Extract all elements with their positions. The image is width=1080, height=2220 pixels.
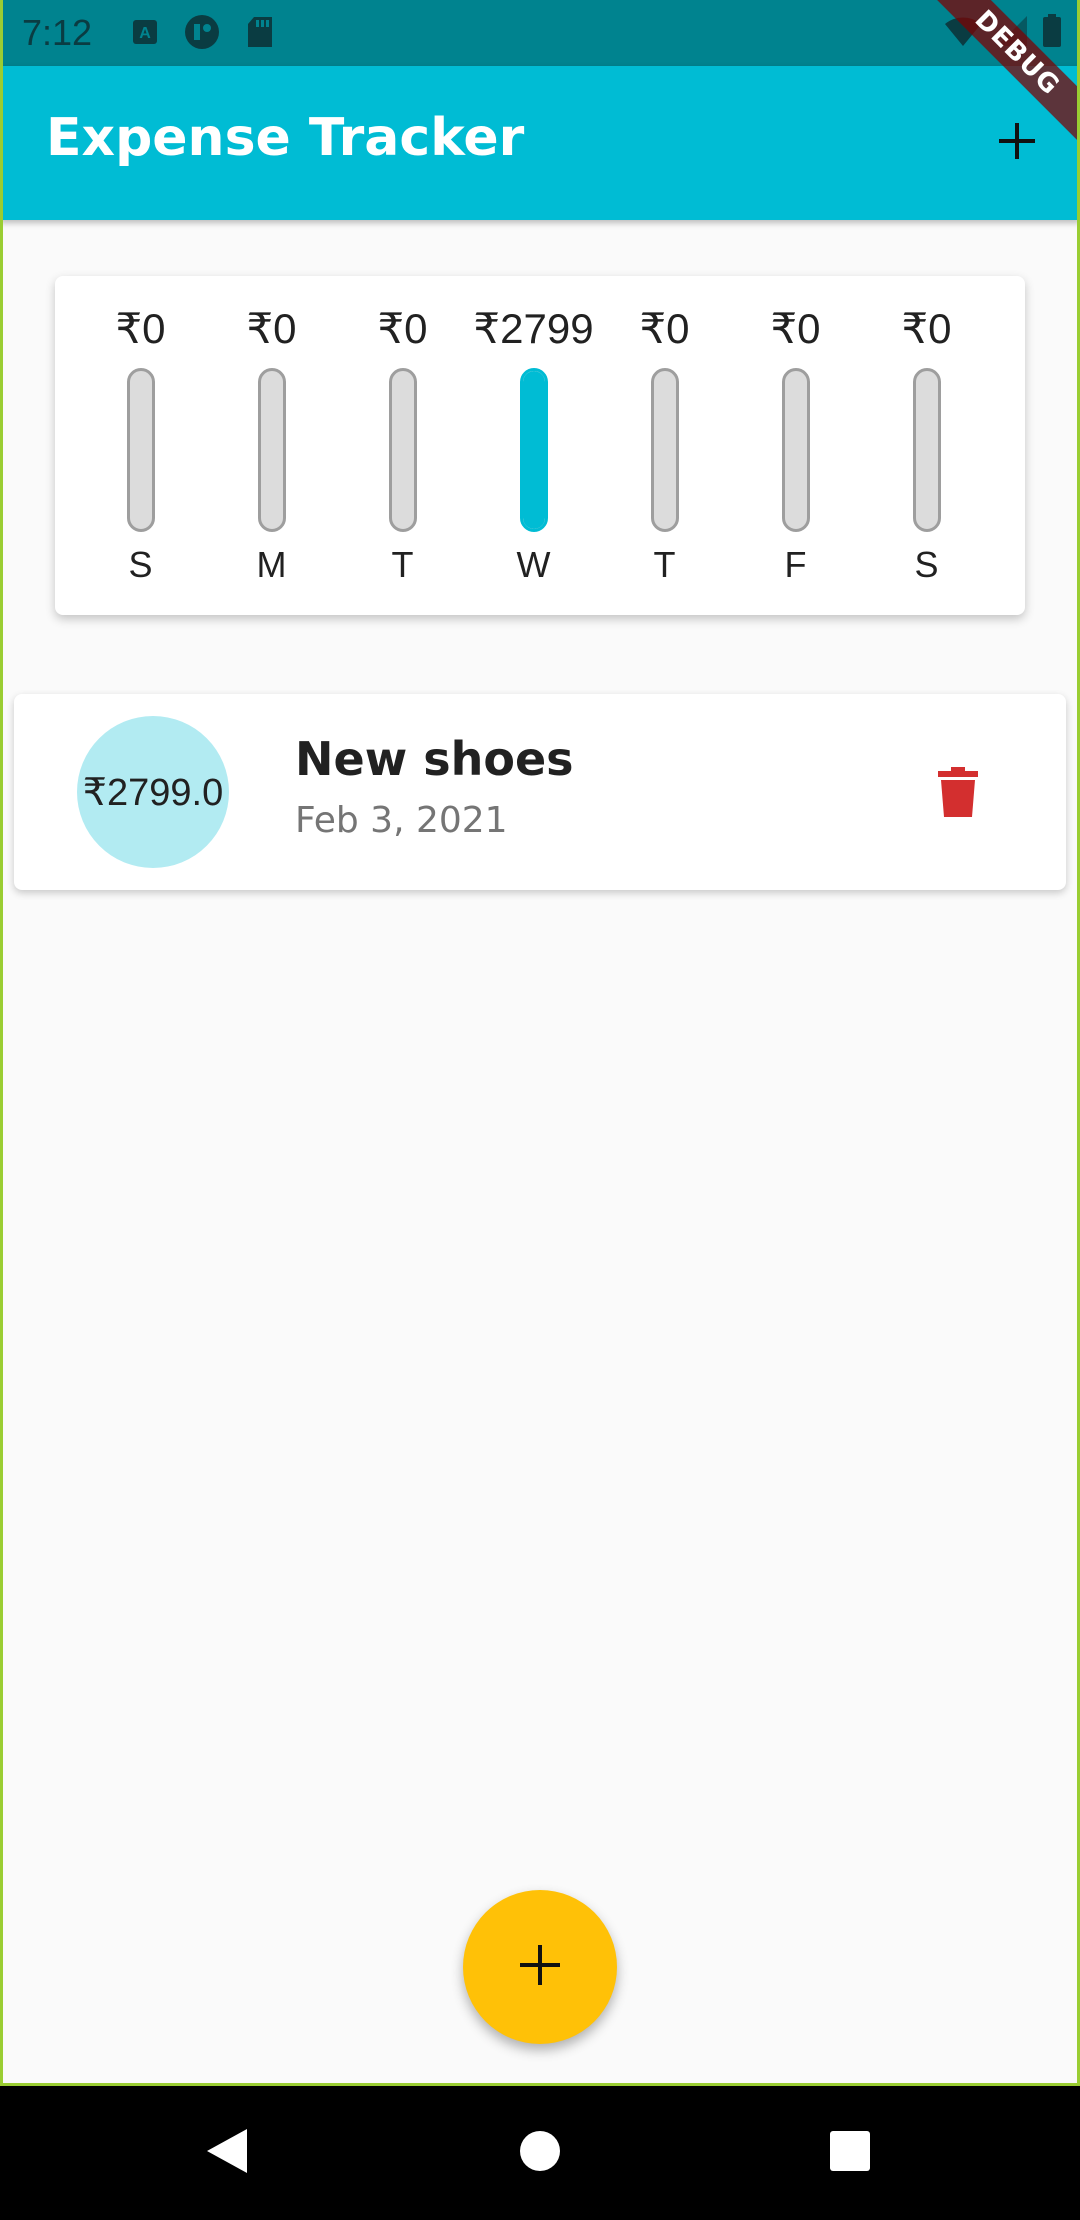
back-icon — [205, 2127, 249, 2179]
transaction-card[interactable]: ₹2799.0 New shoes Feb 3, 2021 — [14, 694, 1066, 890]
delete-transaction-button[interactable] — [920, 756, 996, 832]
bar-day-label: M — [256, 544, 287, 585]
status-time: 7:12 — [22, 12, 93, 53]
nav-recents-button[interactable] — [815, 2118, 885, 2188]
add-icon — [518, 1943, 562, 1991]
status-left-icons: A — [132, 14, 274, 54]
recents-icon — [828, 2129, 872, 2177]
bar-day-label: T — [653, 544, 676, 585]
add-transaction-fab[interactable] — [463, 1890, 617, 2044]
bar-day-label: W — [516, 544, 551, 585]
chart-bar-monday: ₹0 M — [206, 276, 337, 615]
system-nav-bar — [0, 2086, 1080, 2220]
transaction-title: New shoes — [295, 732, 574, 786]
delete-icon — [938, 767, 978, 821]
chart-bar-tuesday: ₹0 T — [337, 276, 468, 615]
bar-day-label: F — [784, 544, 807, 585]
nav-back-button[interactable] — [192, 2118, 262, 2188]
font-download-icon: A — [132, 19, 158, 49]
bar-amount: ₹0 — [770, 305, 821, 352]
chart-bar-friday: ₹0 F — [730, 276, 861, 615]
app-bar: Expense Tracker — [0, 66, 1080, 220]
transaction-date: Feb 3, 2021 — [295, 800, 508, 841]
svg-text:A: A — [139, 25, 151, 42]
transaction-amount-avatar: ₹2799.0 — [77, 716, 229, 868]
bar-amount: ₹0 — [115, 305, 166, 352]
bar-day-label: T — [391, 544, 414, 585]
bar-amount: ₹0 — [377, 305, 428, 352]
add-transaction-button[interactable] — [984, 110, 1050, 176]
app-title: Expense Tracker — [46, 108, 525, 168]
bar-track — [388, 368, 417, 532]
add-icon — [997, 121, 1037, 165]
bar-track — [781, 368, 810, 532]
home-icon — [518, 2129, 562, 2177]
bar-day-label: S — [914, 544, 939, 585]
bar-fill — [522, 371, 545, 529]
bar-amount: ₹0 — [246, 305, 297, 352]
bar-amount: ₹2799 — [473, 305, 594, 352]
bar-track — [912, 368, 941, 532]
battery-icon — [1042, 14, 1062, 52]
app-notification-icon — [184, 14, 220, 54]
bar-amount: ₹0 — [901, 305, 952, 352]
bar-day-label: S — [128, 544, 153, 585]
chart-bar-sunday: ₹0 S — [75, 276, 206, 615]
chart-bar-wednesday: ₹2799 W — [468, 276, 599, 615]
chart-bar-thursday: ₹0 T — [599, 276, 730, 615]
status-bar: 7:12 A — [0, 0, 1080, 66]
bar-track — [126, 368, 155, 532]
bar-track — [257, 368, 286, 532]
bar-track — [650, 368, 679, 532]
bar-amount: ₹0 — [639, 305, 690, 352]
chart-bar-saturday: ₹0 S — [861, 276, 992, 615]
sd-card-icon — [246, 16, 274, 52]
weekly-chart-card: ₹0 S ₹0 M ₹0 T ₹2799 W ₹0 T ₹0 F ₹0 S — [55, 276, 1025, 615]
bar-track — [519, 368, 548, 532]
nav-home-button[interactable] — [505, 2118, 575, 2188]
